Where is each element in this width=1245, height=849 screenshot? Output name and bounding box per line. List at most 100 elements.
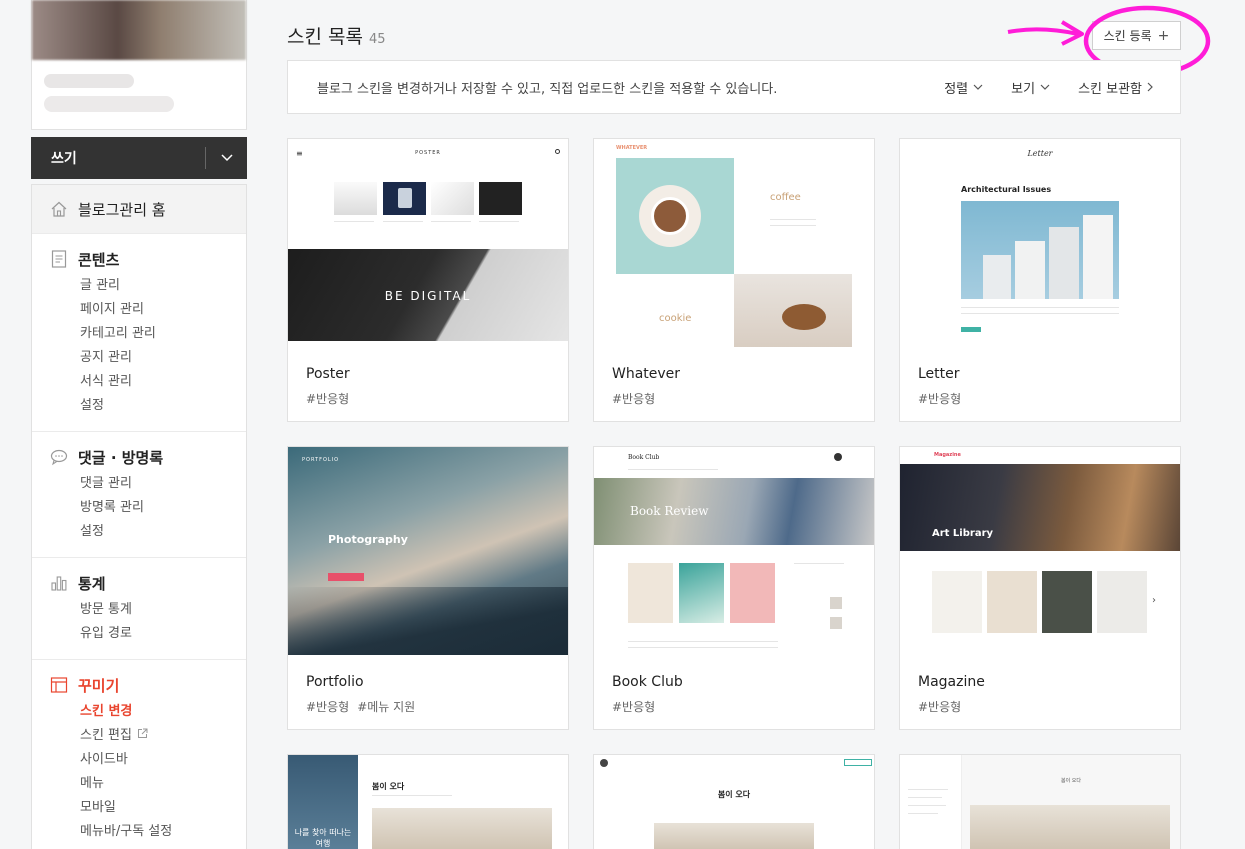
thumb-brand: Magazine xyxy=(934,452,961,458)
sidebar-item-notices[interactable]: 공지 관리 xyxy=(32,346,246,370)
thumb-book-image xyxy=(679,563,724,623)
thumb-brand: Book Club xyxy=(628,454,660,461)
sidebar-item-comments[interactable]: 댓글 관리 xyxy=(32,472,246,496)
sidebar-section-stats: 통계 방문 통계 유입 경로 xyxy=(32,558,246,660)
skin-tag: #메뉴 지원 xyxy=(357,700,416,714)
write-dropdown-chevron-down-icon[interactable] xyxy=(206,154,247,162)
sidebar-item-referrers[interactable]: 유입 경로 xyxy=(32,622,246,646)
thumb-gallery-image xyxy=(1097,571,1147,633)
profile-name-blurred xyxy=(44,74,134,88)
thumb-brand: WHATEVER xyxy=(616,145,648,151)
skin-tags: #반응형 xyxy=(612,390,663,407)
thumb-product-image xyxy=(334,182,377,215)
skin-tag: #반응형 xyxy=(306,700,350,714)
skin-thumbnail: WHATEVER coffee cookie xyxy=(594,139,874,347)
plus-icon: + xyxy=(1157,27,1170,44)
bar-chart-icon xyxy=(50,574,68,592)
thumb-side-image xyxy=(830,617,842,629)
skin-card-whatever[interactable]: WHATEVER coffee cookie Whatever #반응형 xyxy=(593,138,875,422)
thumb-banner: BE DIGITAL xyxy=(288,249,568,341)
skin-card-book-club[interactable]: Book Club Book Review Book Club #반응형 xyxy=(593,446,875,730)
skin-card-poster[interactable]: ≡ POSTER BE DIGITAL Poster #반응형 xyxy=(287,138,569,422)
sidebar-item-comment-settings[interactable]: 설정 xyxy=(32,520,246,544)
sidebar-item-templates[interactable]: 서식 관리 xyxy=(32,370,246,394)
thumb-subscribe-button xyxy=(844,759,872,766)
skin-storage-label: 스킨 보관함 xyxy=(1078,81,1142,97)
sidebar-item-content-settings[interactable]: 설정 xyxy=(32,394,246,418)
skin-name: Whatever xyxy=(612,366,681,382)
thumb-banner: Book Review xyxy=(594,478,874,545)
sidebar-item-posts[interactable]: 글 관리 xyxy=(32,274,246,298)
skin-thumbnail: 봄이 오다 xyxy=(594,755,874,849)
thumb-product-image xyxy=(479,182,522,215)
chevron-right-icon xyxy=(1147,82,1153,92)
skin-name: Magazine xyxy=(918,674,985,690)
sidebar-section-header[interactable]: 댓글 · 방명록 xyxy=(32,446,246,468)
thumb-gallery-image xyxy=(1042,571,1092,633)
sidebar-item-mobile[interactable]: 모바일 xyxy=(32,796,246,820)
thumb-gallery-image xyxy=(932,571,982,633)
sidebar-item-guestbook[interactable]: 방명록 관리 xyxy=(32,496,246,520)
thumb-brand: POSTER xyxy=(415,150,441,156)
thumb-word-cookie: cookie xyxy=(659,313,692,324)
sidebar-item-pages[interactable]: 페이지 관리 xyxy=(32,298,246,322)
skin-card[interactable]: 나를 찾아 떠나는 여행 봄이 오다 xyxy=(287,754,569,849)
sidebar-item-sidebar[interactable]: 사이드바 xyxy=(32,748,246,772)
sidebar-section-header[interactable]: 꾸미기 xyxy=(32,674,246,696)
thumb-heading: Book Review xyxy=(630,504,709,518)
sidebar-item-visit-stats[interactable]: 방문 통계 xyxy=(32,598,246,622)
chevron-down-icon xyxy=(973,84,983,90)
skin-tag: #반응형 xyxy=(918,392,962,406)
skin-tag: #반응형 xyxy=(306,392,350,406)
sidebar-item-menubar-subscribe[interactable]: 메뉴바/구독 설정 xyxy=(32,820,246,844)
sidebar-item-categories[interactable]: 카테고리 관리 xyxy=(32,322,246,346)
info-text: 블로그 스킨을 변경하거나 저장할 수 있고, 직접 업로드한 스킨을 적용할 … xyxy=(317,81,778,97)
sort-dropdown[interactable]: 정렬 xyxy=(944,78,983,97)
skin-name: Portfolio xyxy=(306,674,364,690)
skin-name: Book Club xyxy=(612,674,683,690)
skin-card[interactable]: 봄이 오다 xyxy=(899,754,1181,849)
document-icon xyxy=(50,250,68,268)
external-link-icon xyxy=(137,724,148,748)
skin-card-magazine[interactable]: Magazine Art Library › Magazine #반응형 xyxy=(899,446,1181,730)
thumb-product-image xyxy=(383,182,426,215)
thumb-cookie-image xyxy=(734,274,852,347)
sidebar-section-title: 댓글 · 방명록 xyxy=(78,448,164,467)
thumb-more-button xyxy=(328,573,364,581)
thumb-side-text: 나를 찾아 떠나는 여행 xyxy=(294,828,352,848)
chevron-down-icon xyxy=(1040,84,1050,90)
sidebar-section-header[interactable]: 콘텐츠 xyxy=(32,248,246,270)
avatar xyxy=(600,759,608,767)
thumb-more-button xyxy=(961,327,981,332)
skin-card[interactable]: 봄이 오다 xyxy=(593,754,875,849)
thumb-image xyxy=(970,805,1170,849)
search-icon xyxy=(555,149,560,154)
skin-card-letter[interactable]: Letter Architectural Issues Letter #반응형 xyxy=(899,138,1181,422)
thumb-banner-text: BE DIGITAL xyxy=(384,289,472,303)
skin-name: Poster xyxy=(306,366,350,382)
thumb-heading: 봄이 오다 xyxy=(1061,778,1081,784)
view-label: 보기 xyxy=(1011,81,1036,97)
thumb-product-image xyxy=(431,182,474,215)
sidebar-item-edit-skin[interactable]: 스킨 편집 xyxy=(32,724,246,748)
sidebar-menu: 블로그관리 홈 콘텐츠 글 관리 페이지 관리 카테고리 관리 공지 관리 서식… xyxy=(31,184,247,849)
skin-storage-link[interactable]: 스킨 보관함 xyxy=(1078,78,1153,97)
skin-tags: #반응형 xyxy=(306,390,357,407)
sidebar-item-label: 스킨 편집 xyxy=(80,728,132,743)
view-dropdown[interactable]: 보기 xyxy=(1011,78,1050,97)
skin-tags: #반응형 xyxy=(918,390,969,407)
sidebar-item-menu[interactable]: 메뉴 xyxy=(32,772,246,796)
sidebar-item-change-skin[interactable]: 스킨 변경 xyxy=(32,700,246,724)
sidebar-item-label: 블로그관리 홈 xyxy=(78,200,166,219)
skin-tag: #반응형 xyxy=(918,700,962,714)
thumb-heading: Photography xyxy=(328,533,408,546)
register-skin-button[interactable]: 스킨 등록 + xyxy=(1092,21,1181,50)
sidebar-section-header[interactable]: 통계 xyxy=(32,572,246,594)
skin-count: 45 xyxy=(368,32,386,47)
skin-name: Letter xyxy=(918,366,960,382)
skin-card-portfolio[interactable]: PORTFOLIO Photography Portfolio #반응형 #메뉴 … xyxy=(287,446,569,730)
thumb-brand: Letter xyxy=(1027,149,1053,158)
write-button[interactable]: 쓰기 xyxy=(31,137,247,179)
sidebar-item-home[interactable]: 블로그관리 홈 xyxy=(32,185,246,234)
blog-profile[interactable] xyxy=(31,0,247,130)
